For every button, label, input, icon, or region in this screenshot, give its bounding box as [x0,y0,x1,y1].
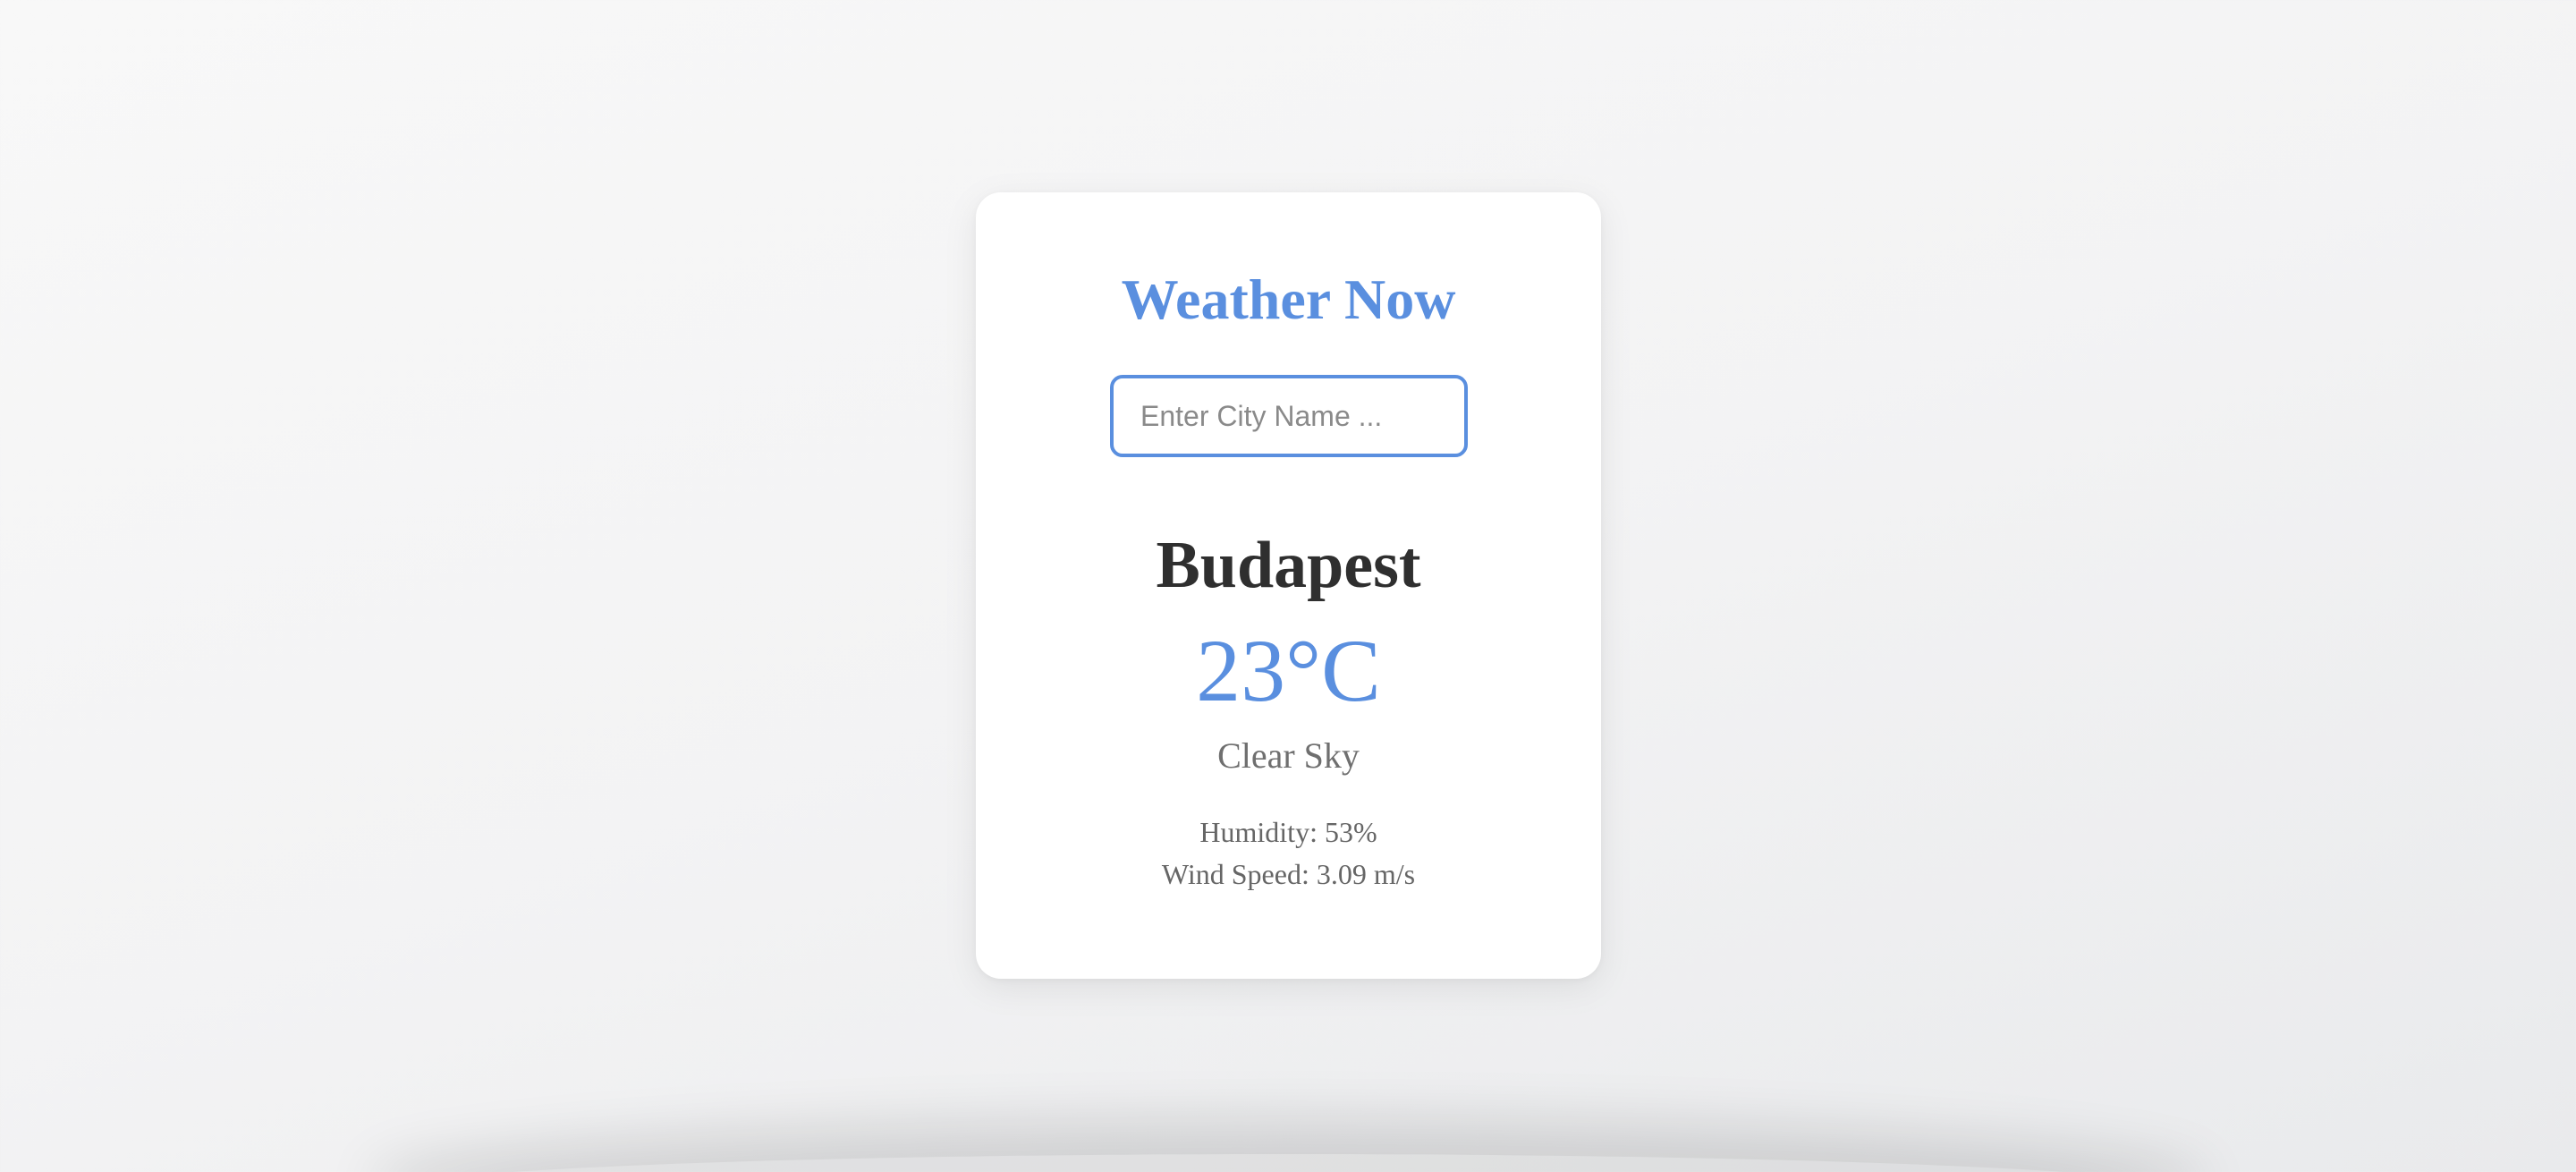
weather-details: Humidity: 53% Wind Speed: 3.09 m/s [976,811,1601,896]
weather-description: Clear Sky [1217,735,1360,776]
weather-card: Weather Now Budapest 23°C Clear Sky Humi… [976,192,1601,979]
app-title: Weather Now [1121,268,1456,331]
page-background: Weather Now Budapest 23°C Clear Sky Humi… [0,0,2576,1172]
city-name: Budapest [1156,529,1421,602]
humidity-text: Humidity: 53% [1199,816,1377,848]
city-search-input[interactable] [1110,375,1468,457]
temperature-value: 23°C [1196,621,1381,720]
wind-speed-text: Wind Speed: 3.09 m/s [1161,858,1416,890]
bottom-shadow-decoration [394,1154,2182,1172]
